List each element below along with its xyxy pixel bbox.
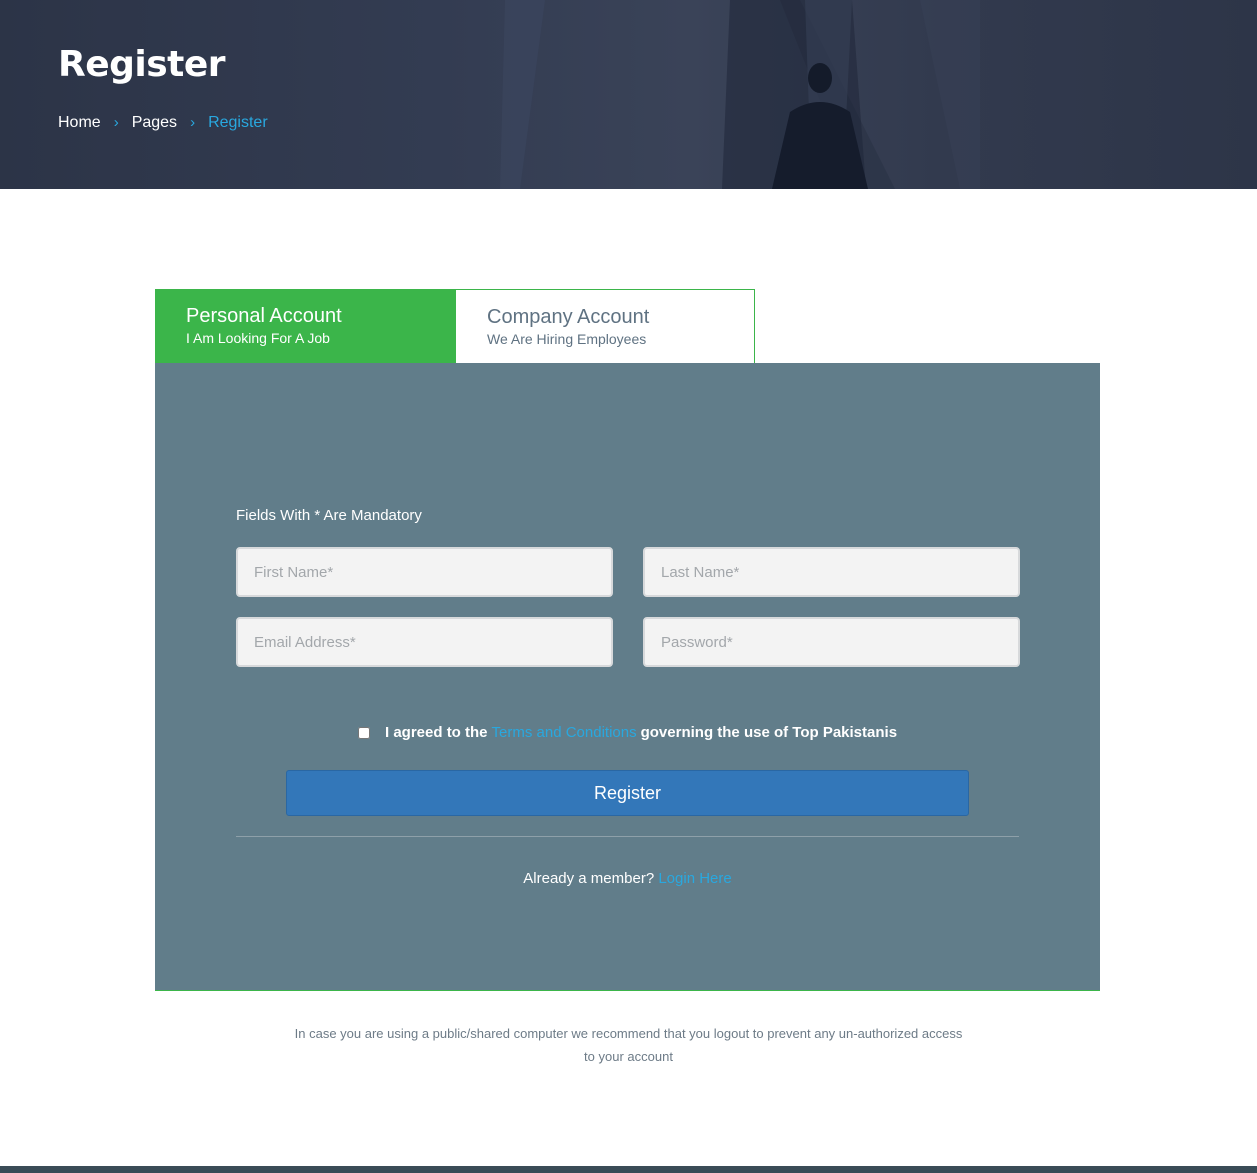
tab-company-subtitle: We Are Hiring Employees <box>487 331 647 347</box>
footer-bar <box>0 1166 1257 1173</box>
page-title: Register <box>58 44 226 85</box>
tab-personal-subtitle: I Am Looking For A Job <box>186 330 330 346</box>
businessman-background-image <box>500 0 980 189</box>
breadcrumb-home-link[interactable]: Home <box>58 114 101 132</box>
first-name-input[interactable] <box>236 547 613 597</box>
tab-personal-title: Personal Account <box>186 305 342 327</box>
tab-personal-account[interactable]: Personal Account I Am Looking For A Job <box>155 289 455 370</box>
tab-company-account[interactable]: Company Account We Are Hiring Employees <box>455 289 755 363</box>
email-input[interactable] <box>236 617 613 667</box>
terms-and-conditions-link[interactable]: Terms and Conditions <box>492 724 637 741</box>
security-notice: In case you are using a public/shared co… <box>294 1026 963 1064</box>
breadcrumb-current: Register <box>208 114 268 131</box>
tab-company-title: Company Account <box>487 306 650 328</box>
registration-form-panel: Fields With * Are Mandatory I agreed to … <box>155 363 1100 991</box>
chevron-right-icon: › <box>190 113 196 131</box>
breadcrumb: Home › Pages › Register <box>58 114 268 132</box>
page-header-banner: Register Home › Pages › Register <box>0 0 1257 189</box>
login-here-link[interactable]: Login Here <box>658 870 731 887</box>
member-prompt: Already a member? <box>523 870 655 887</box>
chevron-right-icon: › <box>113 113 119 131</box>
terms-prefix: I agreed to the <box>385 724 488 741</box>
form-divider <box>236 836 1019 837</box>
breadcrumb-pages-link[interactable]: Pages <box>132 114 177 132</box>
terms-suffix: governing the use of Top Pakistanis <box>640 724 898 741</box>
register-button[interactable]: Register <box>286 770 969 816</box>
password-input[interactable] <box>643 617 1020 667</box>
mandatory-fields-note: Fields With * Are Mandatory <box>236 507 422 524</box>
terms-checkbox[interactable] <box>358 726 370 739</box>
already-member-text: Already a member? Login Here <box>155 870 1100 887</box>
terms-agreement: I agreed to the Terms and Conditions gov… <box>358 724 897 741</box>
last-name-input[interactable] <box>643 547 1020 597</box>
account-type-tabs: Personal Account I Am Looking For A Job … <box>155 289 755 370</box>
